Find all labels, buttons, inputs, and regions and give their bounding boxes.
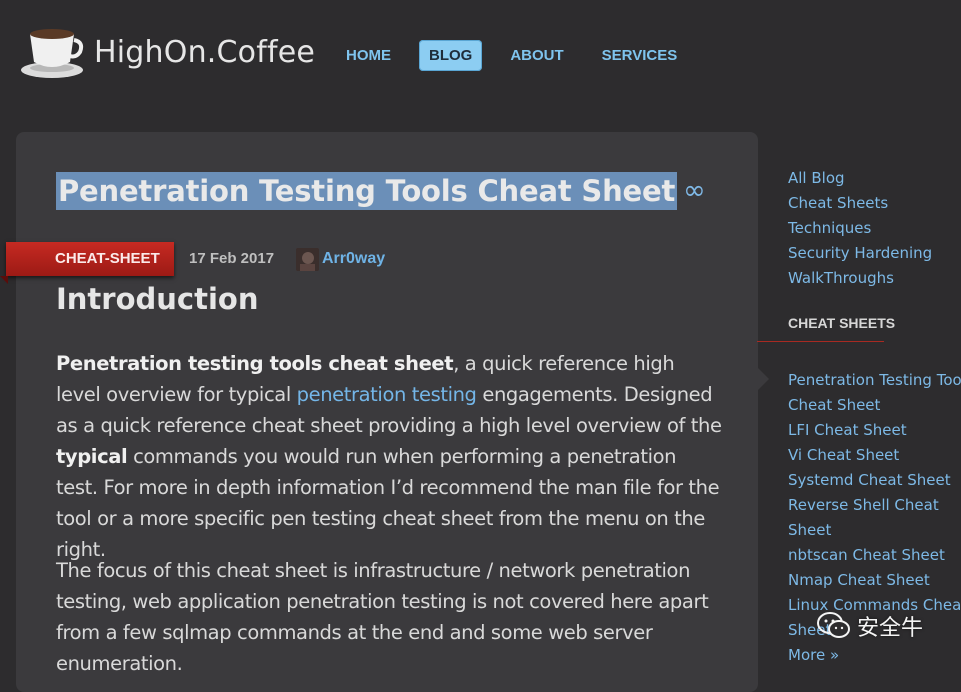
cheat-sheets-heading: CHEAT SHEETS [788, 315, 896, 331]
sidebar-item-security-hardening[interactable]: Security Hardening [788, 241, 932, 266]
nav-blog[interactable]: BLOG [419, 40, 483, 71]
site-logo[interactable]: HighOn.Coffee [20, 24, 315, 80]
sidebar-item-techniques[interactable]: Techniques [788, 216, 932, 241]
sidebar-item-walkthroughs[interactable]: WalkThroughs [788, 266, 932, 291]
watermark: 安全牛 [817, 610, 923, 642]
author-avatar [296, 248, 319, 271]
cheat-sheet-link[interactable]: Cheat Sheet [788, 393, 961, 418]
text-c: commands you would run when performing a… [56, 445, 720, 561]
strong-typical: typical [56, 445, 128, 468]
category-label[interactable]: CHEAT-SHEET [55, 250, 160, 267]
site-title: HighOn.Coffee [94, 34, 316, 70]
main-nav: HOME BLOG ABOUT SERVICES [336, 40, 705, 71]
cheat-sheet-link[interactable]: Vi Cheat Sheet [788, 443, 961, 468]
cheat-sheet-link[interactable]: Sheet [788, 518, 961, 543]
cheat-sheet-link[interactable]: Nmap Cheat Sheet [788, 568, 961, 593]
sidebar-item-all-blog[interactable]: All Blog [788, 166, 932, 191]
section-heading: Introduction [56, 282, 259, 316]
post-date: 17 Feb 2017 [189, 250, 275, 267]
focus-paragraph: The focus of this cheat sheet is infrast… [56, 559, 709, 675]
penetration-testing-link[interactable]: penetration testing [297, 383, 477, 406]
cheat-sheet-link[interactable]: LFI Cheat Sheet [788, 418, 961, 443]
post-title-wrap: Penetration Testing Tools Cheat Sheet ∞ [56, 172, 706, 210]
nav-services[interactable]: SERVICES [592, 40, 688, 71]
strong-lead: Penetration testing tools cheat sheet [56, 352, 454, 375]
nav-about[interactable]: ABOUT [500, 40, 573, 71]
wechat-icon [817, 612, 850, 638]
cheat-sheet-link[interactable]: Reverse Shell Cheat [788, 493, 961, 518]
cheat-sheet-link[interactable]: Penetration Testing Tools [788, 368, 961, 393]
coffee-cup-icon [21, 29, 84, 78]
ribbon-fold [0, 276, 8, 284]
post-title[interactable]: Penetration Testing Tools Cheat Sheet [56, 172, 678, 210]
author-link[interactable]: Arr0way [322, 250, 385, 268]
nav-home[interactable]: HOME [336, 40, 401, 71]
watermark-text: 安全牛 [857, 616, 924, 641]
cheat-sheet-link[interactable]: Systemd Cheat Sheet [788, 468, 961, 493]
sidebar-categories: All Blog Cheat Sheets Techniques Securit… [788, 166, 932, 291]
heading-divider [757, 341, 884, 342]
more-link[interactable]: More » [788, 643, 961, 668]
permalink-icon[interactable]: ∞ [683, 173, 706, 209]
sidebar-item-cheat-sheets[interactable]: Cheat Sheets [788, 191, 932, 216]
cheat-sheet-link[interactable]: nbtscan Cheat Sheet [788, 543, 961, 568]
intro-paragraph: Penetration testing tools cheat sheet, a… [56, 348, 722, 565]
